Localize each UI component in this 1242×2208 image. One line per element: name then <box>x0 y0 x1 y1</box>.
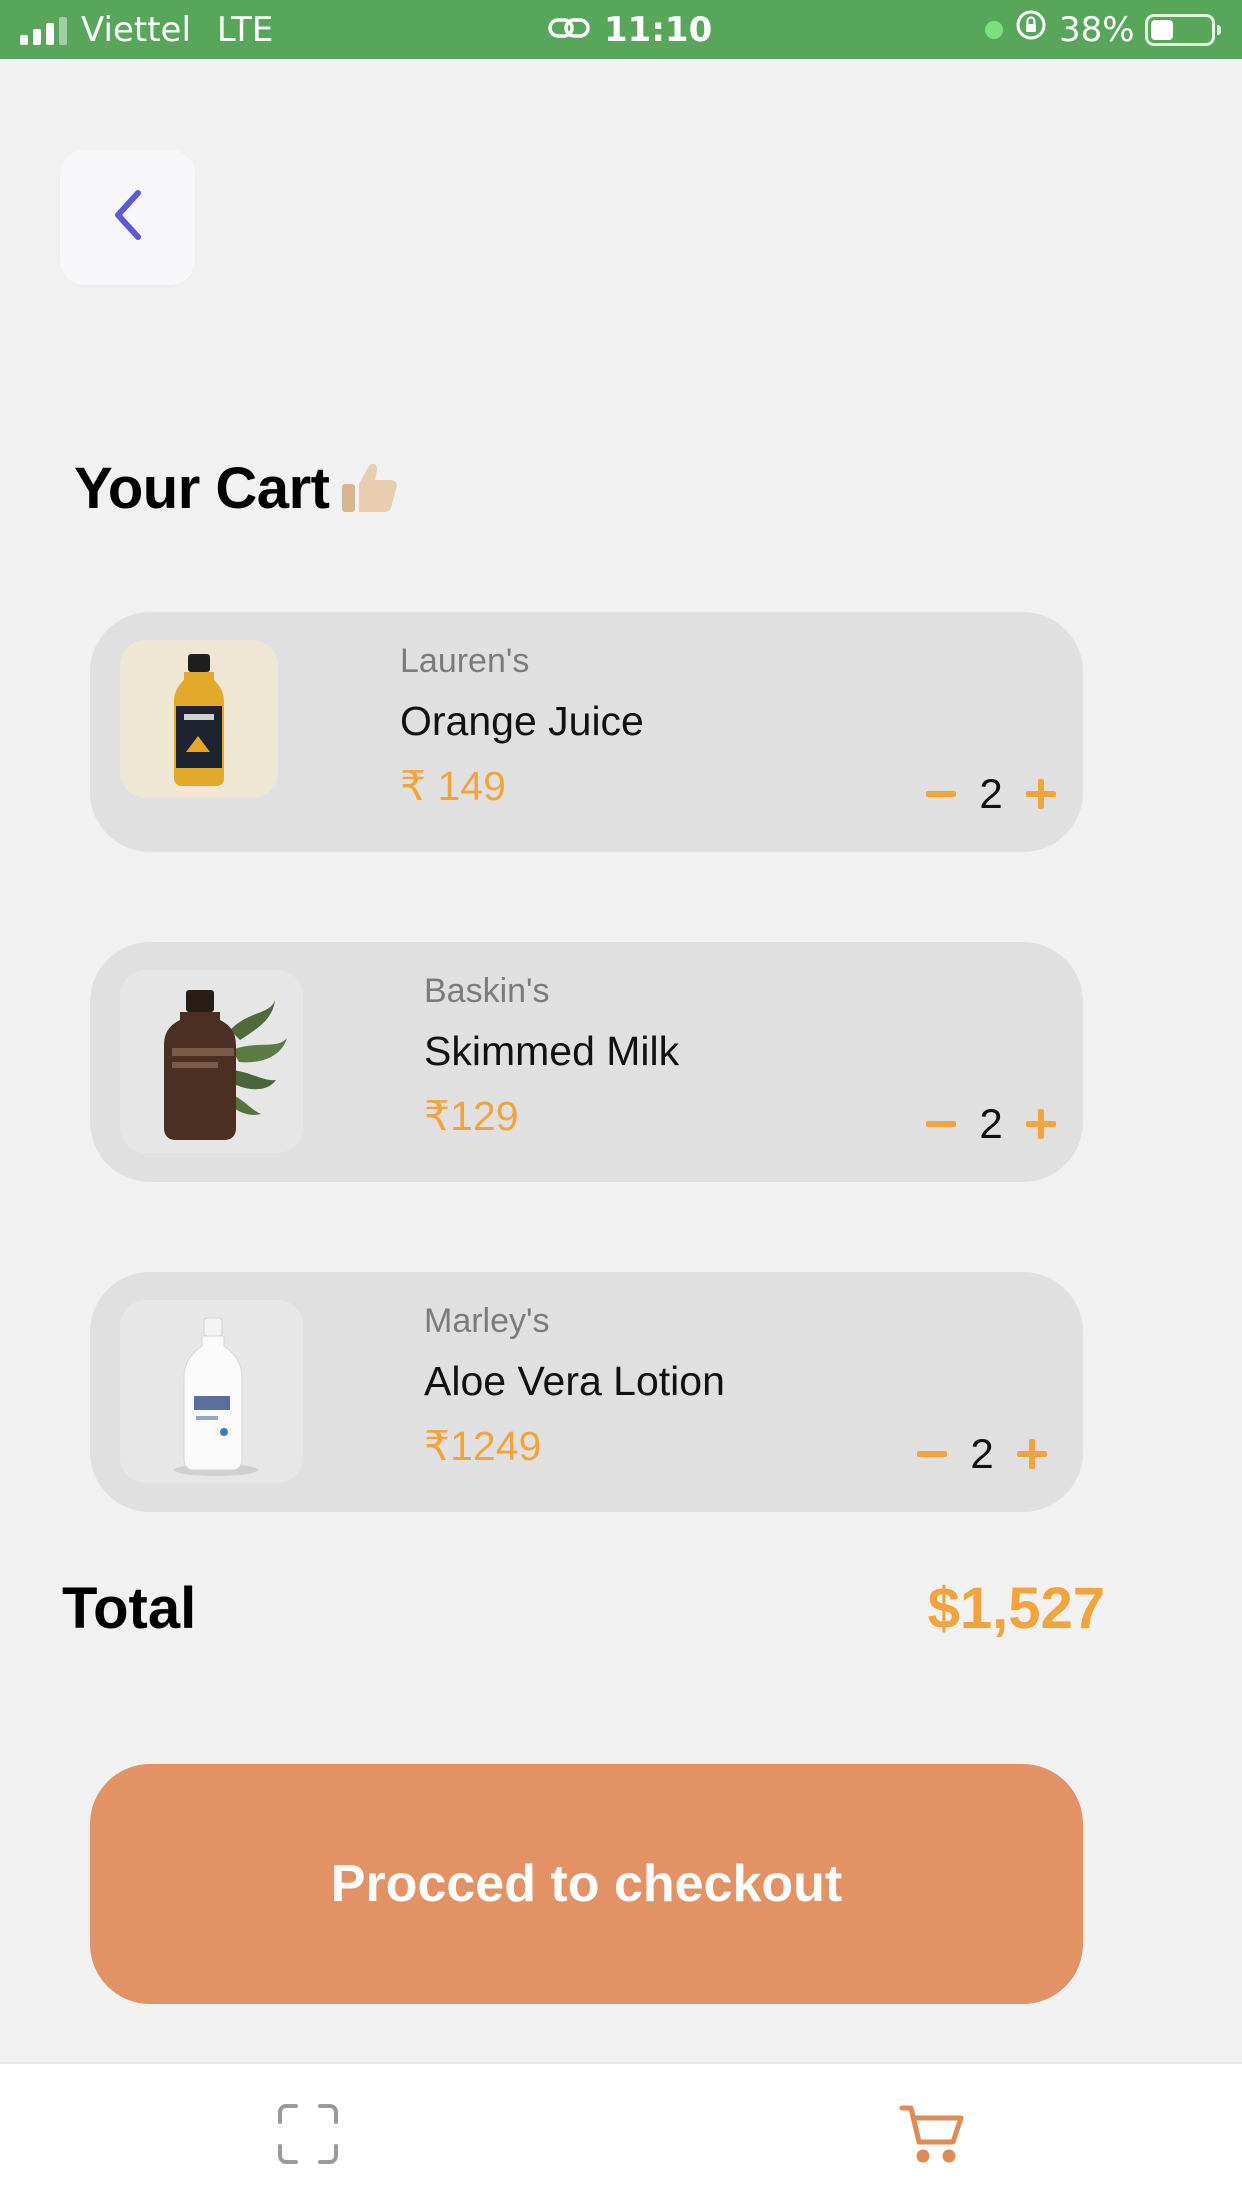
increase-quantity-button[interactable] <box>1017 1439 1047 1469</box>
scan-button[interactable] <box>272 2100 344 2172</box>
cart-item[interactable]: Lauren's Orange Juice ₹ 149 2 <box>90 612 1083 852</box>
quantity-stepper: 2 <box>917 1426 1047 1482</box>
cart-item[interactable]: Baskin's Skimmed Milk ₹129 2 <box>90 942 1083 1182</box>
chevron-left-icon <box>108 187 148 248</box>
checkout-button[interactable]: Procced to checkout <box>90 1764 1083 2004</box>
battery-icon <box>1144 13 1221 46</box>
product-name: Skimmed Milk <box>424 1028 680 1074</box>
quantity-value: 2 <box>979 1100 1003 1147</box>
product-price: ₹1249 <box>424 1423 542 1469</box>
page-title: Your Cart <box>74 450 399 526</box>
cart-item[interactable]: Marley's Aloe Vera Lotion ₹1249 2 <box>90 1272 1083 1512</box>
product-name: Aloe Vera Lotion <box>424 1358 725 1404</box>
product-price: ₹ 149 <box>400 763 506 809</box>
battery-percent: 38% <box>1059 9 1135 50</box>
quantity-value: 2 <box>970 1430 994 1477</box>
back-button[interactable] <box>60 150 195 285</box>
rotation-lock-icon <box>1015 9 1047 50</box>
total-value: $1,527 <box>927 1576 1105 1641</box>
carrier-name: Viettel <box>81 9 191 50</box>
scan-icon <box>276 2102 340 2171</box>
increase-quantity-button[interactable] <box>1026 1109 1056 1139</box>
product-image-aloe-vera-lotion <box>120 1300 303 1483</box>
link-icon <box>548 10 590 50</box>
decrease-quantity-button[interactable] <box>917 1451 947 1457</box>
decrease-quantity-button[interactable] <box>926 1121 956 1127</box>
cart-icon <box>899 2103 965 2170</box>
product-image-skimmed-milk <box>120 970 303 1153</box>
total-label: Total <box>62 1576 197 1641</box>
quantity-stepper: 2 <box>926 766 1056 822</box>
decrease-quantity-button[interactable] <box>926 791 956 797</box>
bottom-nav <box>0 2062 1242 2208</box>
product-name: Orange Juice <box>400 698 644 744</box>
quantity-value: 2 <box>979 770 1003 817</box>
thumbs-up-icon <box>339 460 399 516</box>
active-indicator-icon <box>985 20 1003 39</box>
product-brand: Marley's <box>424 1302 550 1340</box>
product-brand: Baskin's <box>424 972 550 1010</box>
cart-button[interactable] <box>896 2100 968 2172</box>
network-type: LTE <box>216 9 274 50</box>
quantity-stepper: 2 <box>926 1096 1056 1152</box>
product-brand: Lauren's <box>400 642 530 680</box>
status-time: 11:10 <box>604 9 713 50</box>
increase-quantity-button[interactable] <box>1026 779 1056 809</box>
product-image-orange-juice <box>120 640 278 798</box>
signal-icon <box>20 15 67 45</box>
status-bar: Viettel LTE 11:10 38% <box>0 0 1242 59</box>
page-title-text: Your Cart <box>74 455 330 521</box>
product-price: ₹129 <box>424 1093 519 1139</box>
